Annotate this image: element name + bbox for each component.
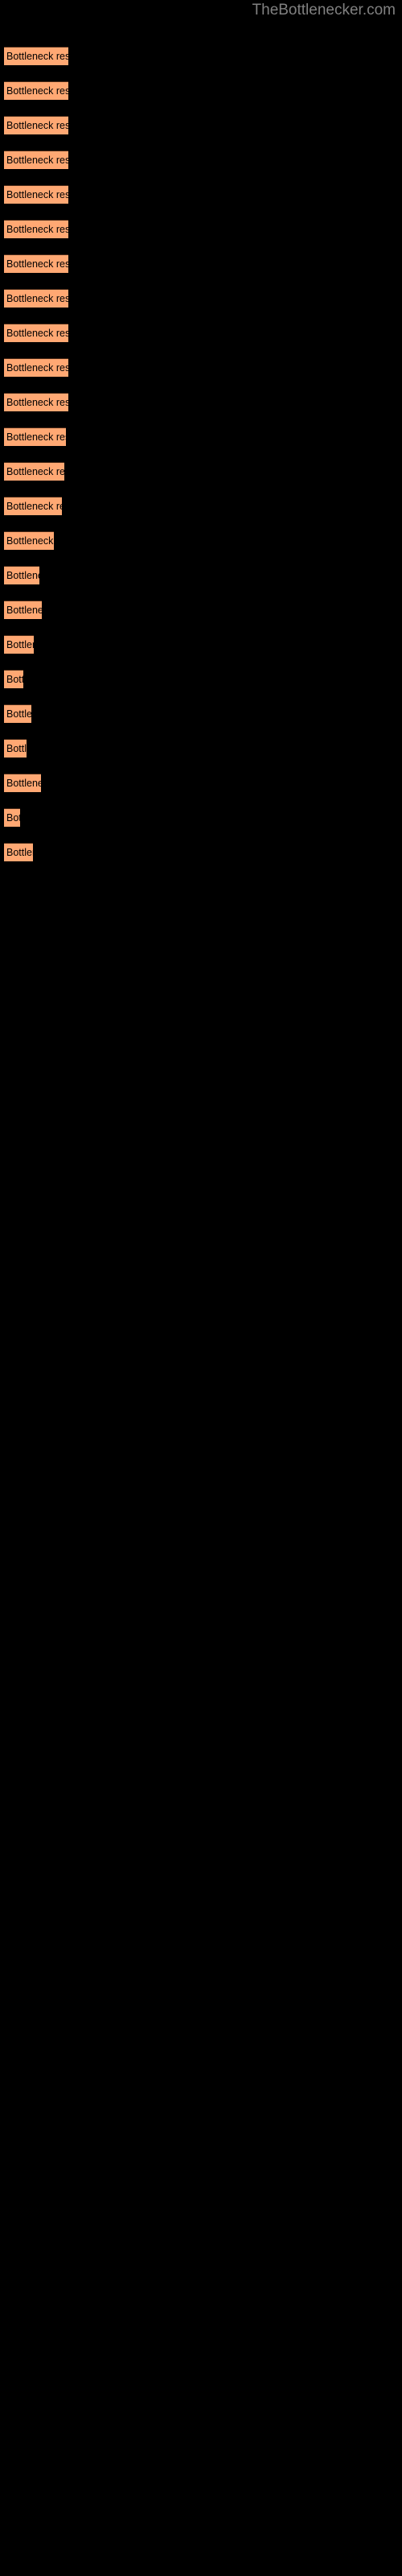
bar-label: Bottleneck result — [6, 466, 64, 477]
bar: Bottleneck result — [4, 358, 68, 377]
bar-label: Bottleneck result — [6, 847, 33, 858]
bar-row: Bottleneck result — [4, 531, 54, 550]
bar-row: Bottleneck result — [4, 81, 68, 100]
bar-label: Bottleneck result — [6, 812, 20, 824]
bar-row: Bottleneck result — [4, 324, 68, 342]
bar-row: Bottleneck result — [4, 843, 33, 861]
bar-row: Bottleneck result — [4, 220, 68, 238]
bar: Bottleneck result — [4, 704, 31, 723]
bar: Bottleneck result — [4, 843, 33, 861]
bar-label: Bottleneck result — [6, 51, 68, 62]
bar-label: Bottleneck result — [6, 224, 68, 235]
bar-label: Bottleneck result — [6, 431, 66, 443]
bar-label: Bottleneck result — [6, 293, 68, 304]
site-title: TheBottlenecker.com — [252, 2, 396, 19]
bar-row: Bottleneck result — [4, 601, 42, 619]
bar: Bottleneck result — [4, 220, 68, 238]
bar-row: Bottleneck result — [4, 774, 41, 792]
bar-label: Bottleneck result — [6, 708, 31, 720]
bar-row: Bottleneck result — [4, 566, 39, 584]
bar-label: Bottleneck result — [6, 743, 27, 754]
bar: Bottleneck result — [4, 427, 66, 446]
bar-row: Bottleneck result — [4, 704, 31, 723]
bar: Bottleneck result — [4, 151, 68, 169]
bar-label: Bottleneck result — [6, 397, 68, 408]
bar: Bottleneck result — [4, 81, 68, 100]
bar-row: Bottleneck result — [4, 254, 68, 273]
bar: Bottleneck result — [4, 289, 68, 308]
bar-row: Bottleneck result — [4, 808, 20, 827]
bar: Bottleneck result — [4, 324, 68, 342]
bar-label: Bottleneck result — [6, 155, 68, 166]
bar-row: Bottleneck result — [4, 670, 23, 688]
bar-label: Bottleneck result — [6, 501, 62, 512]
bar-row: Bottleneck result — [4, 497, 62, 515]
bar-row: Bottleneck result — [4, 427, 66, 446]
bar-row: Bottleneck result — [4, 358, 68, 377]
bar-row: Bottleneck result — [4, 635, 34, 654]
bar: Bottleneck result — [4, 462, 64, 481]
bar: Bottleneck result — [4, 670, 23, 688]
bottleneck-bar-chart: TheBottlenecker.com Bottleneck result Bot… — [0, 0, 402, 2576]
bar-row: Bottleneck result — [4, 393, 68, 411]
bar-label: Bottleneck result — [6, 639, 34, 650]
bar-label: Bottleneck result — [6, 674, 23, 685]
bar: Bottleneck result — [4, 116, 68, 134]
bar: Bottleneck result — [4, 531, 54, 550]
bar: Bottleneck result — [4, 635, 34, 654]
bar-row: Bottleneck result — [4, 116, 68, 134]
bar-row: Bottleneck result — [4, 47, 68, 65]
bar-label: Bottleneck result — [6, 85, 68, 97]
bar-label: Bottleneck result — [6, 328, 68, 339]
bar-label: Bottleneck result — [6, 120, 68, 131]
bar-label: Bottleneck result — [6, 189, 68, 200]
bar-label: Bottleneck result — [6, 778, 41, 789]
bar-label: Bottleneck result — [6, 570, 39, 581]
bar-label: Bottleneck result — [6, 362, 68, 374]
bar: Bottleneck result — [4, 254, 68, 273]
bar: Bottleneck result — [4, 393, 68, 411]
bar: Bottleneck result — [4, 566, 39, 584]
bar-row: Bottleneck result — [4, 739, 27, 758]
bar: Bottleneck result — [4, 739, 27, 758]
bar-label: Bottleneck result — [6, 605, 42, 616]
bar-row: Bottleneck result — [4, 462, 64, 481]
bar: Bottleneck result — [4, 808, 20, 827]
bar: Bottleneck result — [4, 497, 62, 515]
bar: Bottleneck result — [4, 47, 68, 65]
bar: Bottleneck result — [4, 601, 42, 619]
bar-row: Bottleneck result — [4, 185, 68, 204]
bar-row: Bottleneck result — [4, 151, 68, 169]
bar: Bottleneck result — [4, 185, 68, 204]
bar-row: Bottleneck result — [4, 289, 68, 308]
bar: Bottleneck result — [4, 774, 41, 792]
bar-label: Bottleneck result — [6, 535, 54, 547]
bar-label: Bottleneck result — [6, 258, 68, 270]
